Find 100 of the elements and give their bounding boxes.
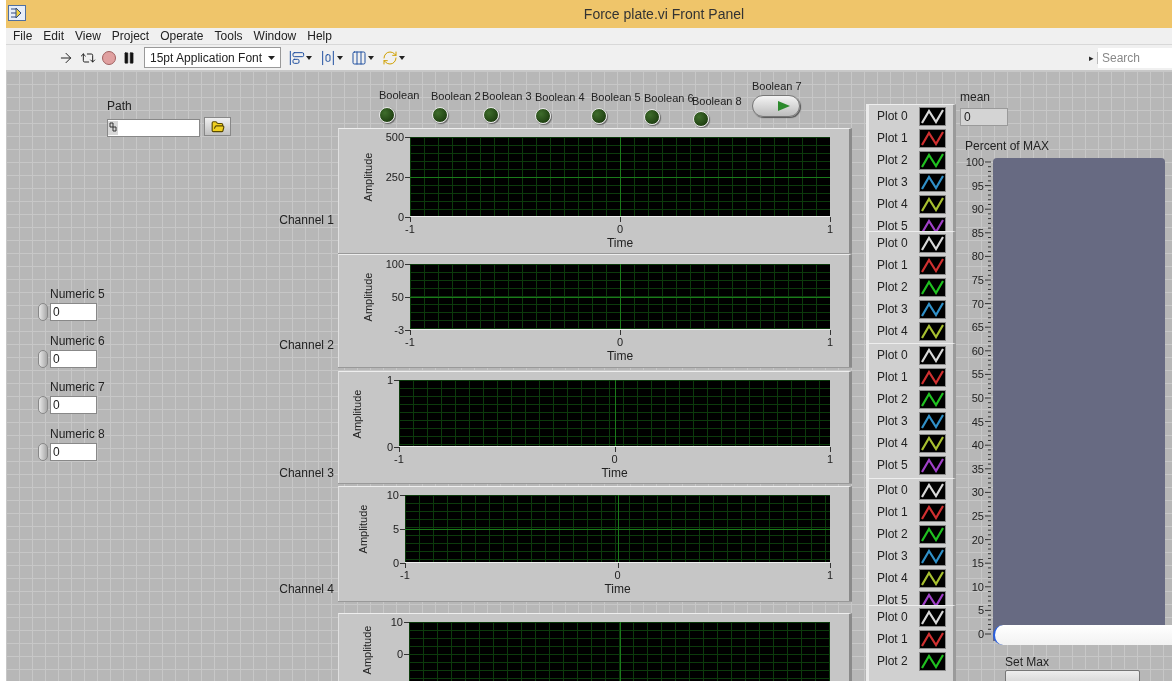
y-axis-label: Amplitude <box>356 504 370 554</box>
y-tick-label: 50 <box>390 290 404 304</box>
x-tick-label: 1 <box>825 568 835 582</box>
x-tick-label: 0 <box>615 222 625 236</box>
y-tick-label: 500 <box>384 130 404 144</box>
x-tick-label: -1 <box>399 568 411 582</box>
y-tick-label: 10 <box>389 615 403 629</box>
increment-arrows[interactable] <box>38 442 48 461</box>
align-icon <box>289 49 305 66</box>
tank-label: Percent of MAX <box>965 139 1050 153</box>
y-tick-label: -3 <box>393 323 404 337</box>
mean-indicator: 0 <box>960 108 1008 126</box>
caret-icon <box>306 55 312 60</box>
scale-label: 20 <box>971 533 984 546</box>
search-field[interactable]: Search <box>1098 48 1172 68</box>
numeric-label: Numeric 6 <box>50 333 105 348</box>
numeric-field[interactable]: 0 <box>50 442 97 461</box>
scale-label: 70 <box>971 297 984 310</box>
play-triangle-icon <box>777 100 791 112</box>
menu-item[interactable]: Operate <box>155 29 209 43</box>
plot-name: Plot 1 <box>877 505 909 519</box>
plot-name: Plot 1 <box>877 258 909 272</box>
scale-label: 85 <box>971 226 984 239</box>
menu-item[interactable]: Tools <box>209 29 248 43</box>
plot-name: Plot 4 <box>877 436 909 450</box>
plot-name: Plot 0 <box>877 109 909 123</box>
x-tick-label: 1 <box>825 335 835 349</box>
menu-item[interactable]: Window <box>248 29 302 43</box>
browse-button[interactable] <box>204 117 231 136</box>
scale-label: 65 <box>971 321 984 334</box>
increment-arrows[interactable] <box>38 303 48 321</box>
menu-item[interactable]: File <box>8 29 38 43</box>
chart-label: Channel 3 <box>278 465 334 480</box>
numeric-field[interactable]: 0 <box>50 349 97 368</box>
boolean-label: Boolean 2 <box>431 89 481 103</box>
led-indicator[interactable] <box>432 107 448 123</box>
y-tick-label: 100 <box>384 257 404 271</box>
menu-item[interactable]: Help <box>302 29 337 43</box>
plot-name: Plot 2 <box>877 654 909 668</box>
x-tick-label: 1 <box>825 452 835 466</box>
plot-name: Plot 2 <box>877 153 909 167</box>
boolean-label: Boolean 4 <box>535 90 585 104</box>
led-indicator[interactable] <box>591 108 607 124</box>
plot-name: Plot 1 <box>877 131 909 145</box>
scale-label: 90 <box>971 203 984 216</box>
set-max-label: Set Max <box>1005 655 1049 669</box>
numeric-field[interactable]: 0 <box>50 303 97 321</box>
y-axis-label: Amplitude <box>350 389 364 438</box>
path-label: Path <box>107 99 132 113</box>
plot-name: Plot 0 <box>877 610 909 624</box>
x-tick-label: 1 <box>825 222 835 236</box>
x-tick-label: -1 <box>404 335 416 349</box>
pause-icon[interactable] <box>122 50 136 65</box>
led-indicator[interactable] <box>644 109 660 125</box>
resize-icon <box>351 49 367 66</box>
toggle-button[interactable] <box>752 95 800 117</box>
font-dropdown[interactable]: 15pt Application Font <box>144 47 281 68</box>
caret-icon <box>368 55 374 60</box>
x-axis-label: Time <box>605 236 635 250</box>
numeric-label: Numeric 5 <box>50 287 105 301</box>
plot-name: Plot 4 <box>877 197 909 211</box>
increment-arrows[interactable] <box>38 396 48 414</box>
scale-label: 10 <box>971 580 984 593</box>
menu-item[interactable]: View <box>70 29 106 43</box>
plot-name: Plot 3 <box>877 302 909 316</box>
scale-label: 35 <box>971 462 984 475</box>
scale-label: 5 <box>977 604 984 617</box>
led-indicator[interactable] <box>483 107 499 123</box>
caret-icon <box>268 55 275 60</box>
y-tick-label: 0 <box>391 556 399 570</box>
chart-label: Channel 2 <box>278 337 334 352</box>
increment-arrows[interactable] <box>38 349 48 368</box>
stop-icon[interactable] <box>102 50 116 65</box>
scale-label: 95 <box>971 179 984 192</box>
y-tick-label: 5 <box>391 522 399 536</box>
path-field[interactable] <box>107 119 200 137</box>
numeric-field[interactable]: 0 <box>50 396 97 414</box>
led-indicator[interactable] <box>379 107 395 123</box>
plot-name: Plot 0 <box>877 236 909 250</box>
boolean-label: Boolean 5 <box>591 90 641 104</box>
scale-label: 25 <box>971 509 984 522</box>
plot-name: Plot 3 <box>877 175 909 189</box>
x-tick-label: -1 <box>393 452 405 466</box>
chart-label: Channel 4 <box>278 581 334 596</box>
plot-name: Plot 1 <box>877 632 909 646</box>
caret-icon <box>399 55 405 60</box>
scale-label: 60 <box>971 344 984 357</box>
x-tick-label: 0 <box>613 568 622 582</box>
menu-item[interactable]: Edit <box>38 29 70 43</box>
led-indicator[interactable] <box>693 111 709 127</box>
chart-label: Channel 1 <box>278 212 334 227</box>
window-title: Force plate.vi Front Panel <box>583 4 745 24</box>
boolean-label: Boolean 3 <box>482 89 532 103</box>
menu-item[interactable]: Project <box>106 29 155 43</box>
plot-name: Plot 5 <box>877 458 909 472</box>
numeric-label: Numeric 8 <box>50 426 105 441</box>
plot-name: Plot 0 <box>877 348 909 362</box>
led-indicator[interactable] <box>535 108 551 124</box>
y-tick-label: 10 <box>385 488 399 502</box>
mean-label: mean <box>960 90 991 104</box>
